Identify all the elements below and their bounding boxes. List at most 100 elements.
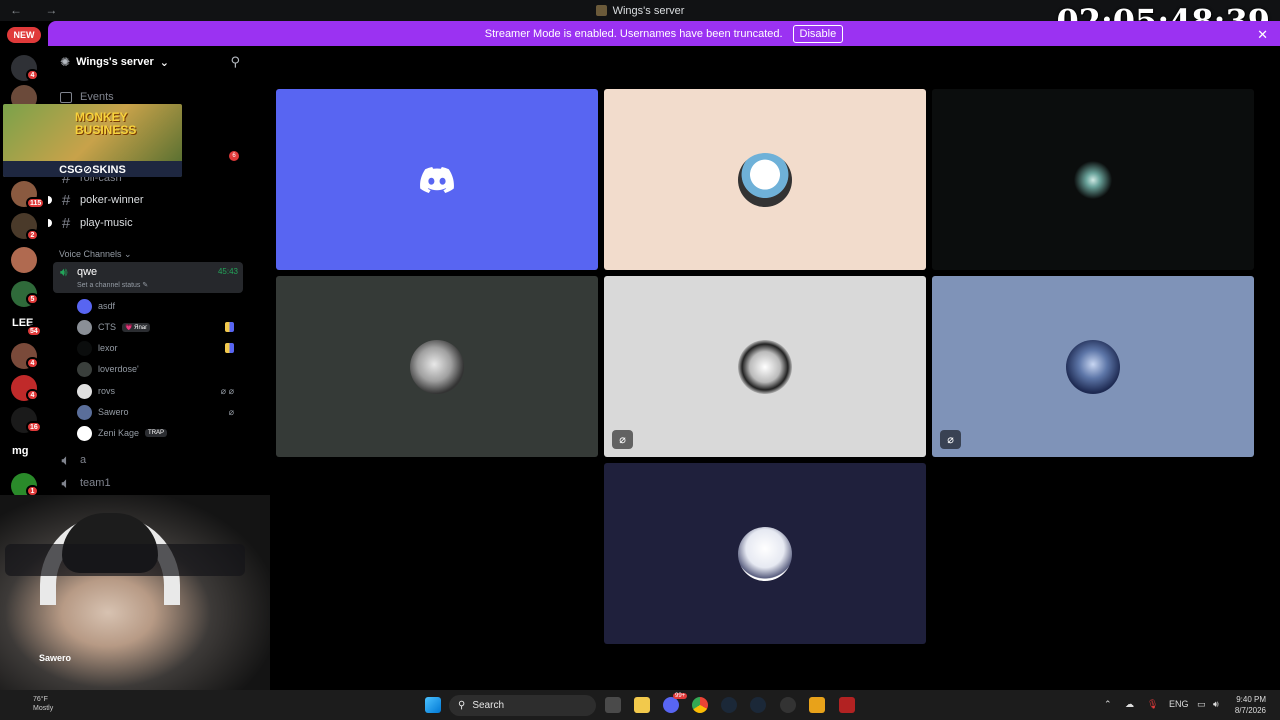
window-title: Wings's server [595, 4, 685, 17]
voice-channel-label: qwe [77, 266, 98, 278]
ad-title: MONKEY BUSINESS [75, 111, 136, 137]
avatar [77, 361, 92, 377]
ad-title-line1: MONKEY [75, 110, 128, 124]
speaker-icon: 🔈︎ [61, 451, 71, 469]
voice-category-label: Voice Channels [59, 249, 122, 259]
voice-member[interactable]: CTS 💗 Яnaг [77, 317, 242, 337]
microphone-icon[interactable]: 🎙︎ [1147, 699, 1158, 710]
server-settings-icon: ✺ [60, 55, 71, 69]
obs-icon[interactable] [780, 697, 796, 713]
video-tile[interactable] [276, 276, 598, 457]
weather-desc: Mostly [33, 705, 54, 712]
shield-icon[interactable] [839, 697, 855, 713]
user-panel-overlay [5, 544, 245, 576]
mention-badge: 2 [26, 229, 39, 241]
channel-item-play-music[interactable]: # play-music [48, 212, 244, 234]
chevron-down-icon: ⌄ [159, 56, 170, 69]
task-view-icon[interactable] [605, 697, 621, 713]
mention-badge: 16 [26, 421, 42, 433]
ad-brand: CSG⊘SKINS [3, 161, 182, 177]
weather-widget[interactable]: 76°F Mostly [33, 695, 53, 713]
avatar [77, 425, 92, 441]
discord-taskbar-icon[interactable] [663, 697, 679, 713]
mention-badge: 4 [26, 389, 39, 401]
avatar [77, 340, 92, 356]
voice-member[interactable]: asdf [77, 296, 242, 316]
avatar [410, 339, 464, 394]
window-title-text: Wings's server [612, 4, 685, 17]
avatar [77, 404, 92, 420]
voice-member[interactable]: lexor [77, 338, 242, 358]
invite-people-icon[interactable]: ⚲ [230, 54, 240, 70]
voice-duration: 45:43 [217, 267, 238, 276]
member-name: CTS [98, 322, 116, 332]
server-icon[interactable] [11, 247, 37, 273]
voice-member[interactable]: loverdose' [77, 359, 242, 379]
streamer-mode-banner: Streamer Mode is enabled. Usernames have… [48, 21, 1280, 46]
deafened-icon: ⌀ [612, 430, 633, 449]
server-name: Wings's server [76, 56, 154, 68]
unread-badge: 6 [229, 151, 239, 161]
file-explorer-icon[interactable] [634, 697, 650, 713]
voice-category-header[interactable]: Voice Channels ⌄ [59, 249, 132, 260]
member-tag: 💗 Яnaг [122, 322, 151, 332]
member-name: Zeni Kage [98, 428, 140, 438]
voice-channel-qwe[interactable]: 🔊︎ qwe 45:43 Set a channel status ✎ [53, 262, 243, 293]
activity-icon [225, 343, 234, 353]
member-name: lexor [98, 343, 118, 353]
server-header[interactable]: ✺ Wings's server ⌄ ⚲ [48, 46, 250, 78]
voice-member[interactable]: Sawero ⌀ [77, 402, 242, 422]
voice-channel-a[interactable]: 🔈︎ a [56, 449, 244, 471]
video-tile[interactable] [604, 89, 926, 270]
taskbar-time: 9:40 PM [1236, 695, 1266, 704]
streamer-mode-text: Streamer Mode is enabled. Usernames have… [484, 27, 783, 40]
member-name: loverdose' [98, 364, 139, 374]
app-icon[interactable] [809, 697, 825, 713]
voice-channel-team1[interactable]: 🔈︎ team1 [56, 472, 244, 494]
chrome-icon[interactable] [692, 697, 708, 713]
disable-streamer-button[interactable]: Disable [792, 24, 844, 43]
ad-title-line2: BUSINESS [75, 123, 137, 137]
display-icon[interactable]: ▭ [1197, 699, 1206, 710]
speaker-icon: 🔊︎ [60, 265, 68, 279]
steam-icon[interactable] [721, 697, 737, 713]
windows-taskbar: 76°F Mostly ⚲ Search 99+ ⌃ ☁ 🎙︎ ENG ▭ 🔊︎… [0, 690, 1280, 720]
channel-label: team1 [80, 477, 111, 489]
avatar [1066, 152, 1120, 207]
webcam-name-tag: Sawero [39, 653, 72, 663]
volume-icon[interactable]: 🔊︎ [1213, 699, 1219, 710]
mention-badge: 4 [26, 357, 39, 369]
voice-member[interactable]: Zeni Kage TRAP [77, 423, 242, 443]
channel-status-placeholder: Set a channel status [77, 282, 141, 289]
network-icon[interactable]: ☁ [1125, 699, 1134, 710]
mention-badge: 4 [26, 69, 39, 81]
sponsor-ad-banner: MONKEY BUSINESS CSG⊘SKINS [3, 104, 182, 177]
nav-arrows[interactable]: ← → [10, 3, 67, 17]
video-tile[interactable]: ⌀ [932, 276, 1254, 457]
muted-icon: ⌀ [228, 406, 234, 417]
steam-icon[interactable] [750, 697, 766, 713]
taskbar-search[interactable]: ⚲ Search [449, 695, 596, 716]
channel-item-poker-winner[interactable]: # poker-winner [48, 189, 244, 211]
video-tile[interactable] [604, 463, 926, 644]
taskbar-clock[interactable]: 9:40 PM 8/7/2026 [1235, 694, 1266, 716]
close-icon[interactable]: ✕ [1257, 27, 1268, 43]
avatar [738, 526, 792, 581]
start-icon[interactable] [425, 697, 441, 713]
server-text-icon[interactable]: mg [12, 445, 29, 457]
video-tile[interactable] [276, 89, 598, 270]
channel-label: play-music [80, 217, 133, 229]
unread-pip [48, 219, 52, 227]
video-tile[interactable] [932, 89, 1254, 270]
voice-member[interactable]: rovs ⌀ ⌀ [77, 381, 242, 401]
language-indicator[interactable]: ENG [1169, 699, 1189, 709]
activity-icon [225, 322, 234, 332]
channel-status-input[interactable]: Set a channel status ✎ [77, 281, 148, 289]
discord-badge: 99+ [673, 693, 688, 699]
video-tile[interactable]: ⌀ [604, 276, 926, 457]
chevron-up-icon[interactable]: ⌃ [1104, 699, 1112, 710]
mention-badge: 115 [26, 197, 46, 209]
search-icon: ⚲ [458, 700, 466, 711]
hash-icon: # [61, 191, 71, 209]
unread-pip [48, 196, 52, 204]
